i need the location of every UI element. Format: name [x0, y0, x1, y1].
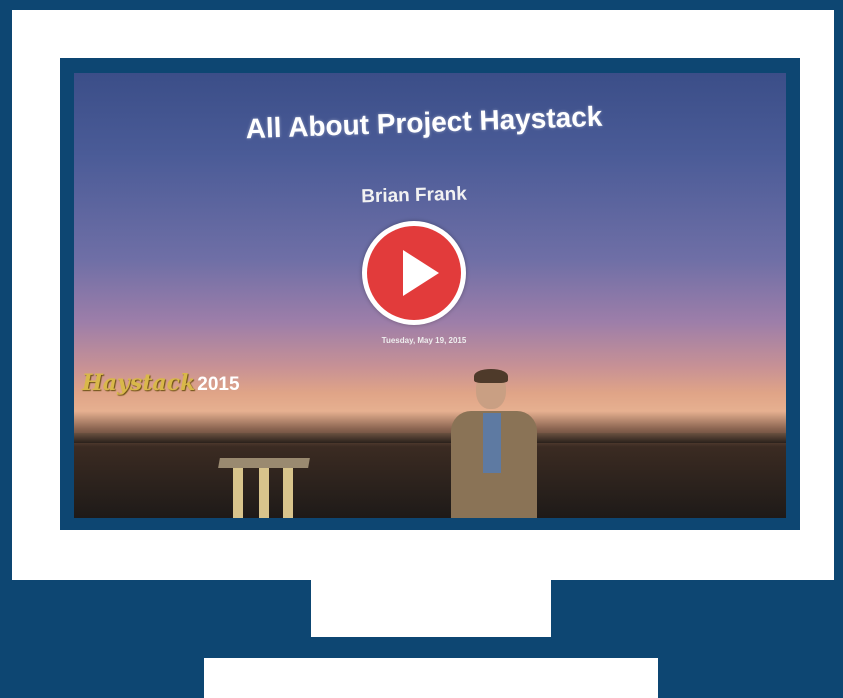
monitor-stand-neck — [311, 580, 551, 637]
monitor-screen-frame: All About Project Haystack Brian Frank T… — [12, 10, 834, 580]
play-button[interactable] — [362, 221, 466, 325]
video-player[interactable]: All About Project Haystack Brian Frank T… — [60, 58, 800, 530]
video-thumbnail[interactable]: All About Project Haystack Brian Frank T… — [74, 73, 786, 518]
slide-presenter-name: Brian Frank — [360, 183, 468, 208]
event-logo-year: 2015 — [197, 374, 240, 395]
podium — [218, 458, 310, 518]
presenter-figure — [439, 369, 549, 518]
stage-edge — [74, 433, 786, 443]
slide-title: All About Project Haystack — [245, 100, 603, 145]
event-logo-mark: Haystack — [82, 370, 196, 396]
play-icon — [403, 250, 439, 296]
monitor-stand-base — [204, 658, 658, 698]
event-logo: Haystack 2015 — [82, 370, 240, 396]
slide-date: Tuesday, May 19, 2015 — [381, 336, 467, 345]
